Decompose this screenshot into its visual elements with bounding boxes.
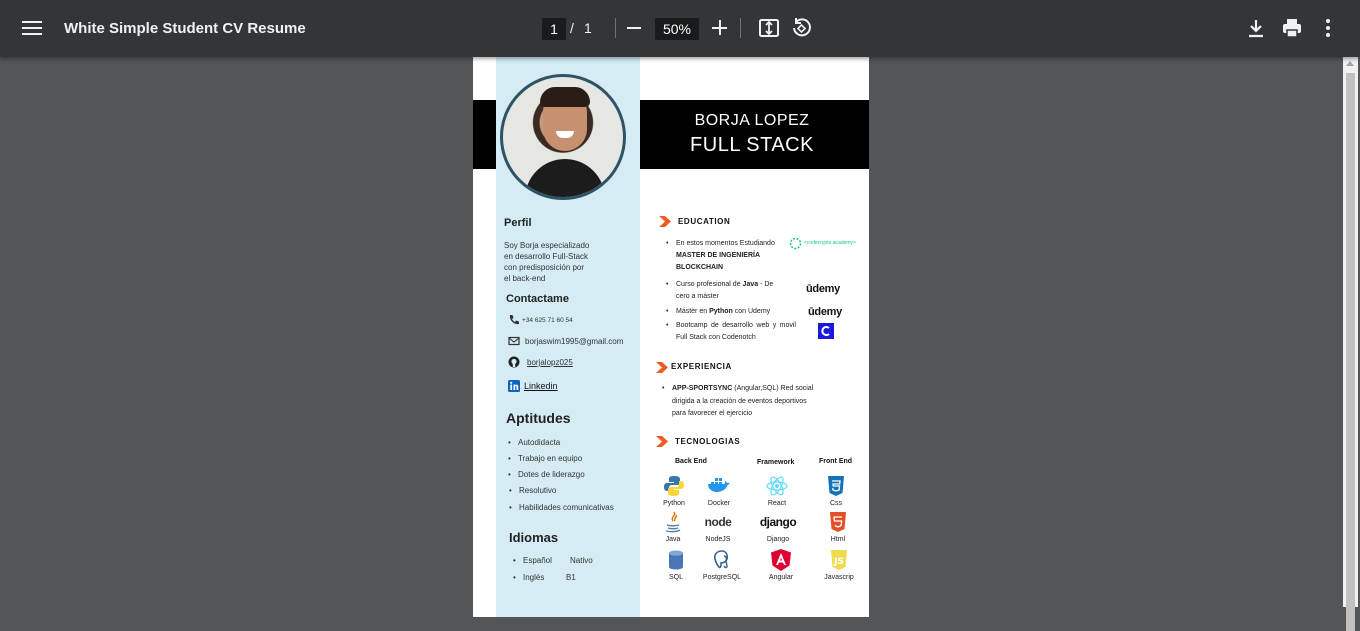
sql-icon <box>669 550 683 570</box>
tech-python: Python <box>654 474 694 507</box>
perfil-line: el back-end <box>504 274 546 283</box>
page-number-input[interactable]: 1 <box>542 18 566 40</box>
perfil-heading: Perfil <box>504 217 532 229</box>
codenotch-logo-icon <box>818 323 834 339</box>
language-level: Nativo <box>570 556 593 565</box>
divider <box>740 18 741 38</box>
scrollbar[interactable] <box>1343 57 1358 631</box>
email-text[interactable]: borjaswim1995@gmail.com <box>525 336 623 347</box>
zoom-in-icon[interactable] <box>712 20 728 36</box>
experience-item: APP-SPORTSYNC (Angular,SQL) Red social d… <box>662 383 817 421</box>
language-name: Español <box>513 555 552 566</box>
angular-icon <box>771 549 791 571</box>
tech-heading: TECNOLOGIAS <box>675 437 741 446</box>
python-icon <box>664 476 684 496</box>
css-icon <box>828 476 844 496</box>
resume-name: BORJA LOPEZ <box>694 112 810 129</box>
rotate-icon[interactable] <box>789 16 813 40</box>
skills-heading: Aptitudes <box>506 410 571 426</box>
contact-heading: Contactame <box>506 293 569 305</box>
tech-html: Html <box>818 510 858 543</box>
tech-java: Java <box>653 510 693 543</box>
header-band-left <box>473 100 496 169</box>
skill-item: Autodidacta <box>508 437 560 448</box>
java-icon <box>665 511 681 533</box>
udemy-logo: ūdemy <box>808 306 842 318</box>
tech-react: React <box>757 474 797 507</box>
page-separator: / <box>570 20 574 36</box>
download-icon[interactable] <box>1244 16 1268 40</box>
udemy-logo: ūdemy <box>806 283 840 295</box>
docker-icon <box>708 478 730 492</box>
phone-text: +34 625 71 60 54 <box>522 317 573 324</box>
skill-item: Trabajo en equipo <box>508 453 582 464</box>
codecrypto-logo-text: <codecrypto.academy> <box>804 240 856 246</box>
github-icon <box>508 356 520 368</box>
zoom-input[interactable]: 50% <box>655 18 699 40</box>
scrollbar-thumb[interactable] <box>1346 73 1355 631</box>
skill-item: Dotes de liderazgo <box>508 469 585 480</box>
tech-postgresql: PostgreSQL <box>702 548 742 581</box>
language-name: Inglés <box>513 572 545 583</box>
more-icon[interactable] <box>1316 16 1340 40</box>
divider <box>615 18 616 38</box>
react-icon <box>766 476 788 496</box>
codecrypto-logo-icon <box>789 237 802 250</box>
pdf-toolbar: White Simple Student CV Resume 1 / 1 50% <box>0 0 1360 57</box>
html-icon <box>830 512 846 532</box>
zoom-out-icon[interactable] <box>627 27 641 29</box>
education-item: Curso profesional de Java - De cero a má… <box>666 279 786 303</box>
tech-angular: Angular <box>761 548 801 581</box>
skill-item: Resolutivo <box>509 485 556 496</box>
language-level: B1 <box>566 573 576 582</box>
education-heading: EDUCATION <box>678 217 731 226</box>
document-title: White Simple Student CV Resume <box>64 20 306 37</box>
pdf-page: BORJA LOPEZ FULL STACK Perfil Soy Borja … <box>473 57 869 617</box>
perfil-line: Soy Borja especializado <box>504 241 590 250</box>
perfil-line: con predisposición por <box>504 263 585 272</box>
chevron-right-icon <box>656 436 668 447</box>
print-icon[interactable] <box>1280 16 1304 40</box>
chevron-right-icon <box>659 216 671 227</box>
experience-heading: EXPERIENCIA <box>671 362 732 371</box>
header-band: BORJA LOPEZ FULL STACK <box>640 100 869 169</box>
tech-docker: Docker <box>699 474 739 507</box>
tech-col-framework: Framework <box>757 459 795 466</box>
tech-sql: SQL <box>656 548 696 581</box>
email-icon <box>508 336 520 346</box>
resume-role: FULL STACK <box>690 134 814 156</box>
chevron-right-icon <box>656 362 668 373</box>
languages-heading: Idiomas <box>509 530 559 545</box>
perfil-line: en desarrollo Full-Stack <box>504 252 589 261</box>
node-icon: node <box>704 515 732 529</box>
phone-icon <box>509 315 519 325</box>
postgresql-icon <box>714 550 729 569</box>
tech-col-frontend: Front End <box>819 458 853 465</box>
tech-col-backend: Back End <box>675 458 707 465</box>
education-item: Bootcamp de desarrollo web y movil Full … <box>666 320 796 344</box>
tech-css: Css <box>816 474 856 507</box>
scroll-up-icon[interactable] <box>1346 61 1354 66</box>
education-item: Máster en Python con Udemy <box>666 306 791 318</box>
tech-node: node NodeJS <box>698 510 738 543</box>
page-total: 1 <box>584 20 592 36</box>
linkedin-link[interactable]: Linkedin <box>524 381 558 392</box>
fit-page-icon[interactable] <box>757 16 781 40</box>
profile-photo <box>500 74 626 200</box>
svg-text:JS: JS <box>833 557 844 567</box>
skill-item: Habilidades comunicativas <box>509 502 614 513</box>
menu-icon[interactable] <box>20 18 44 38</box>
django-icon: django <box>759 515 797 529</box>
tech-javascript: JS Javascrip <box>819 548 859 581</box>
javascript-icon: JS <box>831 550 847 570</box>
linkedin-icon <box>508 380 520 392</box>
github-link[interactable]: borjalopz025 <box>527 357 573 368</box>
tech-django: django Django <box>758 510 798 543</box>
education-item: En estos momentos EstudiandoMASTER DE IN… <box>666 238 791 274</box>
